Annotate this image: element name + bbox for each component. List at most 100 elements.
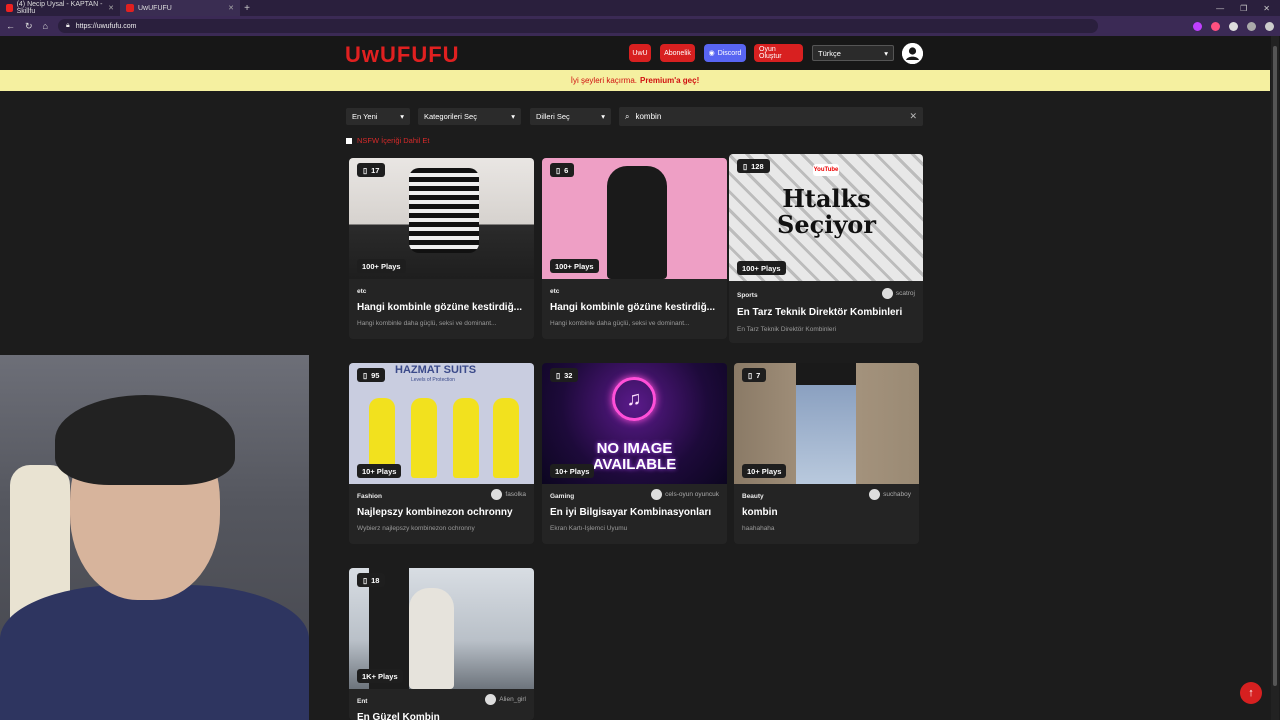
card-author[interactable]: fasolka bbox=[491, 489, 526, 500]
extension-icon[interactable] bbox=[1211, 21, 1220, 31]
cards-icon: ▯ bbox=[748, 370, 753, 380]
webcam-overlay bbox=[0, 355, 309, 720]
extension-icon[interactable] bbox=[1193, 21, 1202, 31]
url-input[interactable]: 🔒︎ https://uwufufu.com bbox=[57, 19, 1098, 33]
avatar-icon bbox=[491, 489, 503, 500]
close-tab-icon[interactable]: ✕ bbox=[108, 4, 114, 12]
nsfw-checkbox[interactable] bbox=[346, 137, 352, 144]
user-account-icon[interactable] bbox=[902, 43, 923, 64]
card-thumbnail: ♫ NO IMAGE AVAILABLE ▯ 32 10+ Plays bbox=[542, 363, 727, 484]
card-category: etc bbox=[550, 288, 560, 295]
favorites-icon[interactable] bbox=[1247, 21, 1256, 31]
scroll-to-top-button[interactable]: ↑ bbox=[1240, 682, 1262, 704]
plays-badge: 1K+ Plays bbox=[357, 669, 403, 683]
card-description: Hangi kombinle daha güçlü, seksi ve domi… bbox=[550, 320, 690, 327]
cards-icon: ▯ bbox=[556, 370, 561, 380]
card-author[interactable]: scatroj bbox=[881, 288, 915, 299]
game-card[interactable]: YouTube Htalks Seçiyor ▯ 128 100+ Plays S… bbox=[729, 154, 923, 343]
count-value: 17 bbox=[371, 165, 380, 175]
profile-icon[interactable] bbox=[1265, 21, 1274, 31]
cards-icon: ▯ bbox=[556, 165, 561, 175]
restore-icon[interactable]: ❐ bbox=[1240, 4, 1247, 13]
browser-tab-uwufufu[interactable]: UwUFUFU ✕ bbox=[120, 0, 240, 16]
streamer-hair bbox=[55, 395, 235, 485]
card-category: Gaming bbox=[550, 493, 575, 500]
game-card[interactable]: ▯ 7 10+ Plays Beauty suchaboy kombin haah… bbox=[734, 363, 919, 544]
avatar-icon bbox=[869, 489, 881, 500]
uwu-button[interactable]: UwU bbox=[629, 44, 651, 62]
youtube-icon bbox=[6, 4, 13, 12]
card-thumbnail: HAZMAT SUITS Levels of Protection ▯ 95 10… bbox=[349, 363, 534, 484]
question-count: ▯ 128 bbox=[737, 159, 770, 173]
browser-tabbar: (4) Necip Uysal - KAPTAN - Skillfu ✕ UwU… bbox=[0, 0, 1280, 16]
arrow-up-icon: ↑ bbox=[1248, 687, 1254, 699]
avatar-icon bbox=[881, 288, 893, 299]
game-card[interactable]: ▯ 18 1K+ Plays Ent Alien_girl En Güzel Ko… bbox=[349, 568, 534, 720]
discord-icon: ◉ bbox=[708, 50, 715, 57]
card-description: haahahaha bbox=[742, 525, 775, 532]
site-logo[interactable]: UwUFUFU bbox=[345, 42, 460, 68]
avatar-icon bbox=[651, 489, 663, 500]
thumbnail-text: HAZMAT SUITS bbox=[395, 364, 477, 376]
author-name: fasolka bbox=[505, 491, 526, 498]
thumbnail-subtext: Levels of Protection bbox=[411, 377, 455, 383]
page-scrollbar[interactable] bbox=[1271, 36, 1279, 720]
plays-badge: 100+ Plays bbox=[550, 259, 599, 273]
new-tab-icon[interactable]: + bbox=[240, 3, 254, 14]
card-title: En Güzel Kombin bbox=[357, 712, 440, 720]
card-author[interactable]: suchaboy bbox=[869, 489, 911, 500]
category-value: Kategorileri Seç bbox=[424, 112, 477, 121]
music-note-icon: ♫ bbox=[612, 377, 656, 421]
plays-badge: 100+ Plays bbox=[357, 259, 406, 273]
premium-link[interactable]: Premium'a geç! bbox=[640, 76, 699, 85]
card-author[interactable]: cels-oyun oyuncuk bbox=[651, 489, 719, 500]
sort-value: En Yeni bbox=[352, 112, 378, 121]
browser-tab-youtube[interactable]: (4) Necip Uysal - KAPTAN - Skillfu ✕ bbox=[0, 0, 120, 16]
create-game-button[interactable]: Oyun Oluştur bbox=[754, 44, 803, 62]
chevron-down-icon: ▾ bbox=[884, 48, 888, 58]
game-card[interactable]: HAZMAT SUITS Levels of Protection ▯ 95 10… bbox=[349, 363, 534, 544]
close-tab-icon[interactable]: ✕ bbox=[228, 4, 234, 12]
card-description: Ekran Kartı-İşlemci Uyumu bbox=[550, 525, 628, 532]
hazmat-figure bbox=[453, 398, 479, 478]
subscription-button[interactable]: Abonelik bbox=[660, 44, 695, 62]
plays-badge: 10+ Plays bbox=[550, 464, 595, 478]
minimize-icon[interactable]: — bbox=[1216, 4, 1224, 13]
author-name: cels-oyun oyuncuk bbox=[665, 491, 719, 498]
address-bar: ← ↻ ⌂ 🔒︎ https://uwufufu.com bbox=[0, 16, 1280, 36]
card-title: En iyi Bilgisayar Kombinasyonları bbox=[550, 507, 712, 518]
close-window-icon[interactable]: ✕ bbox=[1263, 4, 1270, 13]
question-count: ▯ 18 bbox=[357, 573, 386, 587]
question-count: ▯ 7 bbox=[742, 368, 767, 382]
scrollbar-thumb[interactable] bbox=[1273, 46, 1277, 686]
language-filter-select[interactable]: Dilleri Seç ▾ bbox=[530, 108, 611, 125]
search-input[interactable]: ⌕ kombin ✕ bbox=[619, 107, 923, 126]
card-title: kombin bbox=[742, 507, 778, 518]
cards-icon: ▯ bbox=[363, 575, 368, 585]
sort-select[interactable]: En Yeni ▾ bbox=[346, 108, 410, 125]
thumbnail-figure bbox=[409, 588, 454, 689]
card-thumbnail: ▯ 18 1K+ Plays bbox=[349, 568, 534, 689]
nsfw-toggle[interactable]: NSFW İçeriği Dahil Et bbox=[346, 136, 430, 145]
language-filter-value: Dilleri Seç bbox=[536, 112, 570, 121]
category-select[interactable]: Kategorileri Seç ▾ bbox=[418, 108, 521, 125]
author-name: scatroj bbox=[895, 290, 915, 297]
discord-button[interactable]: ◉ Discord bbox=[704, 44, 746, 62]
author-name: suchaboy bbox=[883, 491, 911, 498]
card-description: Hangi kombinle daha güçlü, seksi ve domi… bbox=[357, 320, 497, 327]
extensions-bar bbox=[1193, 21, 1274, 31]
game-card[interactable]: ♫ NO IMAGE AVAILABLE ▯ 32 10+ Plays Gamin… bbox=[542, 363, 727, 544]
card-author[interactable]: Alien_girl bbox=[485, 694, 526, 705]
card-thumbnail: YouTube Htalks Seçiyor ▯ 128 100+ Plays bbox=[729, 154, 923, 281]
language-select[interactable]: Türkçe ▾ bbox=[812, 45, 894, 61]
reload-icon[interactable]: ↻ bbox=[25, 21, 33, 32]
lock-icon: 🔒︎ bbox=[65, 22, 70, 29]
back-icon[interactable]: ← bbox=[6, 21, 15, 31]
game-card[interactable]: ▯ 17 100+ Plays etc Hangi kombinle gözüne… bbox=[349, 158, 534, 339]
extension-icon[interactable] bbox=[1229, 21, 1238, 31]
plays-badge: 10+ Plays bbox=[357, 464, 402, 478]
clear-search-icon[interactable]: ✕ bbox=[909, 111, 917, 122]
count-value: 128 bbox=[751, 161, 764, 171]
game-card[interactable]: ▯ 6 100+ Plays etc Hangi kombinle gözüne … bbox=[542, 158, 727, 339]
home-icon[interactable]: ⌂ bbox=[43, 21, 48, 31]
